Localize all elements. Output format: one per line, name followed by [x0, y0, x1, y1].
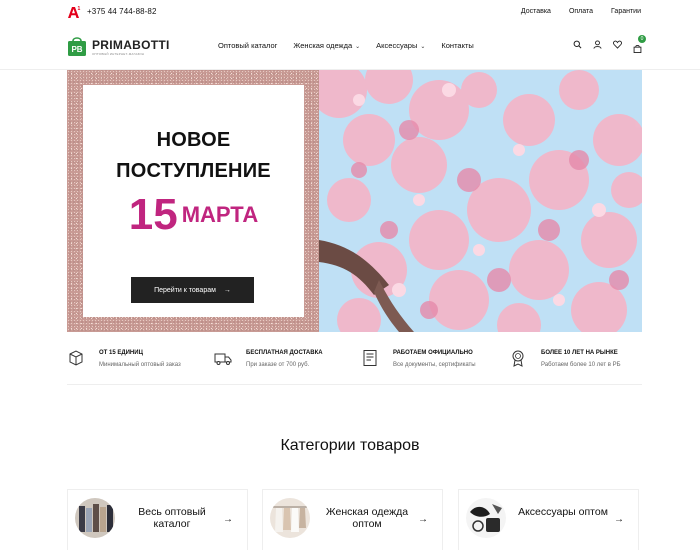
main-nav: Оптовый каталог Женская одежда ⌄ Аксессуа…	[218, 41, 474, 50]
category-thumbnail	[466, 498, 506, 538]
go-to-products-button[interactable]: Перейти к товарам →	[131, 277, 254, 303]
truck-icon	[214, 353, 232, 365]
document-icon	[363, 350, 377, 366]
user-icon[interactable]	[593, 40, 602, 49]
cart-count-badge: 0	[638, 35, 646, 43]
feature-desc: Минимальный оптовый заказ	[99, 362, 181, 368]
site-header: PB PRIMABOTTI ОПТОВЫЙ ИНТЕРНЕТ-МАГАЗИН О…	[0, 24, 700, 70]
promo-date: 15 МАРТА	[83, 190, 304, 240]
top-bar: 1 +375 44 744-88-82 Доставка Оплата Гара…	[0, 0, 700, 24]
a1-operator-icon: 1	[68, 6, 81, 18]
search-icon[interactable]	[573, 40, 582, 49]
cart-button[interactable]: 0	[633, 35, 646, 53]
category-name: Аксессуары оптом	[518, 506, 608, 518]
top-link-guarantees[interactable]: Гарантии	[611, 8, 641, 15]
promo-card: НОВОЕ ПОСТУПЛЕНИЕ 15 МАРТА Перейти к това…	[83, 85, 304, 317]
categories-heading: Категории товаров	[280, 437, 420, 454]
brand-tagline: ОПТОВЫЙ ИНТЕРНЕТ-МАГАЗИН	[92, 52, 145, 56]
button-label: Перейти к товарам	[154, 286, 216, 294]
promo-date-month: МАРТА	[181, 202, 259, 227]
nav-item-contacts[interactable]: Контакты	[441, 41, 473, 50]
feature-title: БОЛЕЕ 10 ЛЕТ НА РЫНКЕ	[541, 350, 618, 356]
arrow-right-icon: →	[223, 286, 231, 294]
feature-title: ОТ 15 ЕДИНИЦ	[99, 350, 143, 356]
feature-desc: При заказе от 700 руб.	[246, 362, 310, 368]
box-icon	[69, 350, 83, 366]
category-thumbnail	[270, 498, 310, 538]
category-card-accessories[interactable]: Аксессуары оптом →	[458, 489, 639, 550]
category-name: Женская одежда оптом	[325, 506, 409, 530]
feature-min-order: ОТ 15 ЕДИНИЦ Минимальный оптовый заказ	[67, 345, 207, 375]
arrow-right-icon: →	[614, 514, 624, 525]
nav-label: Оптовый каталог	[218, 41, 278, 50]
promo-title-line1: НОВОЕ	[156, 129, 231, 151]
nav-item-wholesale-catalog[interactable]: Оптовый каталог	[218, 41, 277, 50]
heart-icon[interactable]	[613, 40, 622, 49]
promo-date-number: 15	[128, 190, 178, 239]
nav-item-accessories[interactable]: Аксессуары ⌄	[376, 41, 425, 50]
top-links: Доставка Оплата Гарантии	[521, 8, 641, 15]
phone-number[interactable]: +375 44 744-88-82	[87, 7, 157, 16]
feature-free-delivery: БЕСПЛАТНАЯ ДОСТАВКА При заказе от 700 ру…	[214, 345, 354, 375]
award-icon	[512, 350, 524, 367]
feature-official: РАБОТАЕМ ОФИЦИАЛЬНО Все документы, серти…	[361, 345, 501, 375]
arrow-right-icon: →	[223, 514, 233, 525]
features-bar: ОТ 15 ЕДИНИЦ Минимальный оптовый заказ Б…	[67, 345, 642, 385]
category-card-all-catalog[interactable]: Весь оптовый каталог →	[67, 489, 248, 550]
top-link-payment[interactable]: Оплата	[569, 8, 593, 15]
category-thumbnail	[75, 498, 115, 538]
category-card-womens-clothing[interactable]: Женская одежда оптом →	[262, 489, 443, 550]
chevron-down-icon: ⌄	[355, 44, 361, 50]
brand-name[interactable]: PRIMABOTTI	[92, 38, 170, 52]
promo-title-line2: ПОСТУПЛЕНИЕ	[116, 160, 271, 182]
feature-desc: Все документы, сертификаты	[393, 362, 476, 368]
nav-label: Контакты	[441, 41, 474, 50]
arrow-right-icon: →	[418, 514, 428, 525]
feature-experience: БОЛЕЕ 10 ЛЕТ НА РЫНКЕ Работаем более 10 …	[509, 345, 642, 375]
svg-text:1: 1	[78, 6, 81, 12]
logo-letters: PB	[71, 45, 82, 54]
cherry-blossom-photo	[319, 70, 642, 332]
feature-title: БЕСПЛАТНАЯ ДОСТАВКА	[246, 350, 323, 356]
hero-banner[interactable]: НОВОЕ ПОСТУПЛЕНИЕ 15 МАРТА Перейти к това…	[67, 70, 642, 332]
nav-item-womens-clothing[interactable]: Женская одежда ⌄	[293, 41, 360, 50]
category-name: Весь оптовый каталог	[138, 506, 206, 530]
cart-icon	[633, 45, 642, 53]
feature-title: РАБОТАЕМ ОФИЦИАЛЬНО	[393, 350, 473, 356]
header-actions: 0	[573, 35, 646, 53]
nav-label: Аксессуары	[376, 41, 418, 50]
nav-label: Женская одежда	[293, 41, 353, 50]
chevron-down-icon: ⌄	[420, 44, 426, 50]
feature-desc: Работаем более 10 лет в РБ	[541, 362, 621, 368]
top-link-delivery[interactable]: Доставка	[521, 8, 551, 15]
shopping-bag-logo-icon[interactable]: PB	[67, 35, 87, 57]
